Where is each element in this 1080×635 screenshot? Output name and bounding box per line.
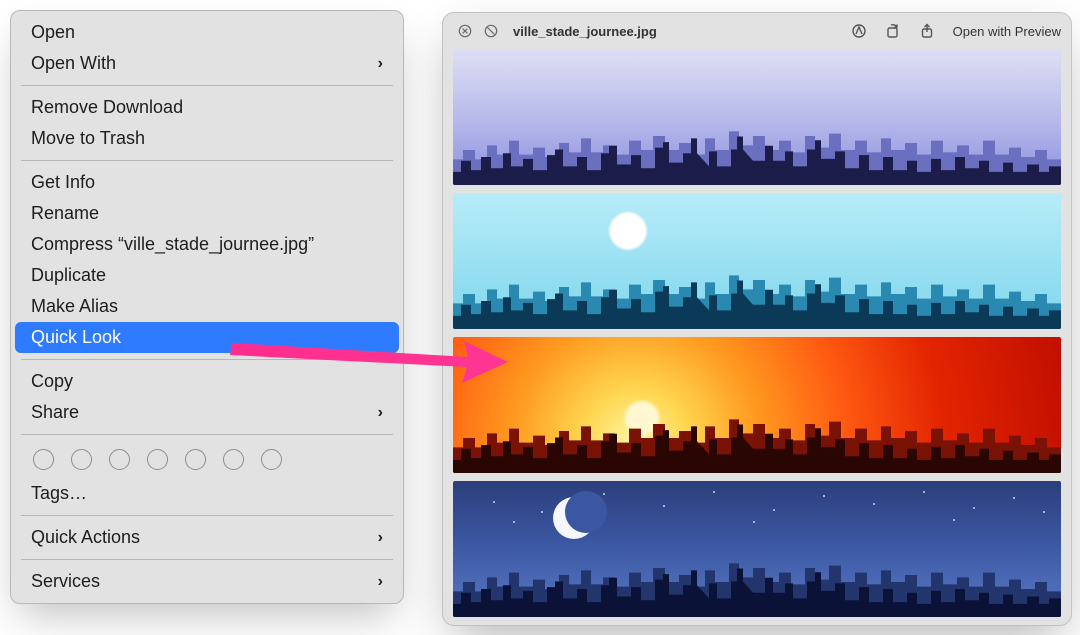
menu-item-label: Move to Trash: [31, 128, 145, 149]
menu-item-remove-download[interactable]: Remove Download: [11, 92, 403, 123]
star-icon: [873, 503, 875, 505]
menu-item-label: Tags…: [31, 483, 87, 504]
skyline-panel-dawn: [453, 49, 1061, 185]
menu-item-move-to-trash[interactable]: Move to Trash: [11, 123, 403, 154]
star-icon: [923, 491, 925, 493]
sun-icon: [608, 211, 648, 251]
menu-item-label: Services: [31, 571, 100, 592]
tag-color-slot[interactable]: [147, 449, 168, 470]
quicklook-titlebar: ville_stade_journee.jpg: [443, 13, 1071, 49]
skyline-panel-night: [453, 481, 1061, 617]
menu-item-label: Share: [31, 402, 79, 423]
tag-color-slot[interactable]: [185, 449, 206, 470]
tag-color-slot[interactable]: [33, 449, 54, 470]
star-icon: [663, 505, 665, 507]
chevron-right-icon: ›: [378, 55, 383, 73]
star-icon: [1013, 497, 1015, 499]
menu-item-label: Quick Look: [31, 327, 121, 348]
menu-item-label: Quick Actions: [31, 527, 140, 548]
chevron-right-icon: ›: [378, 573, 383, 591]
star-icon: [541, 511, 543, 513]
tag-color-slot[interactable]: [223, 449, 244, 470]
menu-item-rename[interactable]: Rename: [11, 198, 403, 229]
menu-item-quick-look[interactable]: Quick Look: [15, 322, 399, 353]
tag-color-slot[interactable]: [71, 449, 92, 470]
menu-separator: [21, 359, 393, 360]
quicklook-window: ville_stade_journee.jpg: [442, 12, 1072, 626]
chevron-right-icon: ›: [378, 404, 383, 422]
menu-item-compress-ville-stade-journee-jpg[interactable]: Compress “ville_stade_journee.jpg”: [11, 229, 403, 260]
quicklook-preview-area: [443, 49, 1071, 626]
skyline-front: [453, 129, 1061, 185]
star-icon: [513, 521, 515, 523]
skyline-panel-dusk: [453, 337, 1061, 473]
tag-color-row: [11, 441, 403, 478]
star-icon: [713, 491, 715, 493]
menu-separator: [21, 434, 393, 435]
menu-separator: [21, 160, 393, 161]
menu-item-tags[interactable]: Tags…: [11, 478, 403, 509]
menu-separator: [21, 515, 393, 516]
menu-item-label: Copy: [31, 371, 73, 392]
star-icon: [603, 493, 605, 495]
finder-context-menu: Open Open With › Remove Download Move to Tra…: [10, 10, 404, 604]
menu-item-copy[interactable]: Copy: [11, 366, 403, 397]
tag-color-slot[interactable]: [109, 449, 130, 470]
star-icon: [493, 501, 495, 503]
menu-separator: [21, 85, 393, 86]
menu-separator: [21, 559, 393, 560]
menu-item-make-alias[interactable]: Make Alias: [11, 291, 403, 322]
menu-item-label: Open With: [31, 53, 116, 74]
skyline-panel-day: [453, 193, 1061, 329]
star-icon: [823, 495, 825, 497]
star-icon: [753, 521, 755, 523]
share-icon[interactable]: [919, 23, 935, 39]
menu-item-label: Open: [31, 22, 75, 43]
menu-item-label: Remove Download: [31, 97, 183, 118]
menu-item-label: Get Info: [31, 172, 95, 193]
skyline-front: [453, 417, 1061, 473]
rotate-icon[interactable]: [885, 23, 901, 39]
menu-item-open-with[interactable]: Open With ›: [11, 48, 403, 79]
star-icon: [773, 509, 775, 511]
tag-color-slot[interactable]: [261, 449, 282, 470]
menu-item-open[interactable]: Open: [11, 17, 403, 48]
menu-item-duplicate[interactable]: Duplicate: [11, 260, 403, 291]
menu-item-label: Compress “ville_stade_journee.jpg”: [31, 234, 314, 255]
star-icon: [1043, 511, 1045, 513]
fullscreen-icon[interactable]: [483, 23, 499, 39]
menu-item-label: Make Alias: [31, 296, 118, 317]
skyline-front: [453, 273, 1061, 329]
star-icon: [973, 507, 975, 509]
open-with-preview-button[interactable]: Open with Preview: [953, 24, 1061, 39]
menu-item-label: Duplicate: [31, 265, 106, 286]
quicklook-filename: ville_stade_journee.jpg: [513, 24, 657, 39]
menu-item-services[interactable]: Services ›: [11, 566, 403, 597]
skyline-front: [453, 561, 1061, 617]
menu-item-get-info[interactable]: Get Info: [11, 167, 403, 198]
chevron-right-icon: ›: [378, 529, 383, 547]
close-icon[interactable]: [457, 23, 473, 39]
star-icon: [953, 519, 955, 521]
menu-item-share[interactable]: Share ›: [11, 397, 403, 428]
moon-mask: [565, 491, 607, 533]
menu-item-quick-actions[interactable]: Quick Actions ›: [11, 522, 403, 553]
markup-icon[interactable]: [851, 23, 867, 39]
menu-item-label: Rename: [31, 203, 99, 224]
